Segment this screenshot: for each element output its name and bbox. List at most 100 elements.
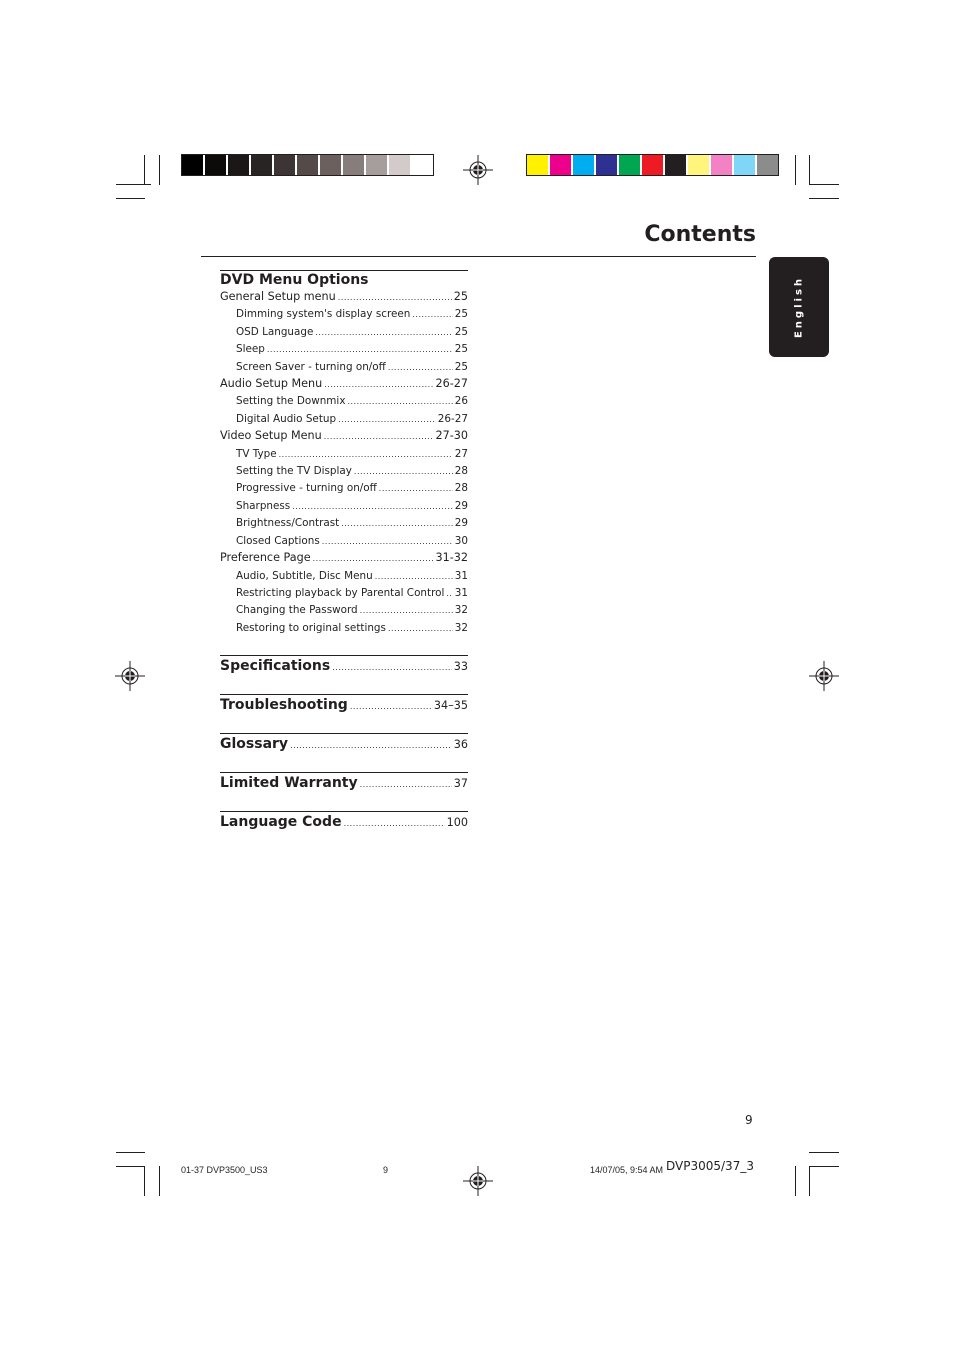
toc-entry-label: Preference Page xyxy=(220,551,311,565)
slug-page: 9 xyxy=(383,1165,389,1175)
grayscale-swatch xyxy=(205,155,226,175)
crop-mark xyxy=(809,1166,810,1196)
model-code: DVP3005/37_3 xyxy=(666,1159,754,1173)
toc-entry-page: 25 xyxy=(453,290,468,303)
grayscale-calibration-bar xyxy=(181,154,434,176)
color-swatch xyxy=(665,155,686,175)
dot-leader xyxy=(341,516,453,532)
language-tab-label: English xyxy=(793,275,805,339)
toc-entry-label: Audio, Subtitle, Disc Menu xyxy=(236,569,373,582)
toc-entry-page: 26 xyxy=(454,395,468,408)
grayscale-swatch xyxy=(412,155,433,175)
toc-entry-page: 32 xyxy=(454,621,468,634)
toc-entry-label: Changing the Password xyxy=(236,604,358,617)
dot-leader xyxy=(313,551,434,567)
toc-entry: Restricting playback by Parental Control… xyxy=(220,585,468,602)
toc-entry: Digital Audio Setup 26-27 xyxy=(220,411,468,428)
color-swatch xyxy=(711,155,732,175)
dot-leader xyxy=(347,394,452,410)
dot-leader xyxy=(379,481,453,497)
toc-entry-page: 31-32 xyxy=(435,551,468,565)
toc-entry: Brightness/Contrast 29 xyxy=(220,515,468,532)
toc-entry: Language Code 100 xyxy=(220,812,468,834)
toc-entry-label: Restoring to original settings xyxy=(236,621,386,634)
table-of-contents: DVD Menu Options General Setup menu25Dim… xyxy=(220,270,468,834)
grayscale-swatch xyxy=(274,155,295,175)
dot-leader xyxy=(279,447,453,463)
crop-mark xyxy=(809,198,839,199)
dot-leader xyxy=(338,412,436,428)
dot-leader xyxy=(332,658,452,678)
grayscale-swatch xyxy=(320,155,341,175)
page-title: Contents xyxy=(644,222,756,247)
slug-datetime: 14/07/05, 9:54 AM xyxy=(590,1165,664,1175)
language-tab-label-wrap: English xyxy=(769,257,829,357)
dot-leader xyxy=(388,360,453,376)
section-heading: DVD Menu Options xyxy=(220,272,369,288)
color-swatch xyxy=(619,155,640,175)
grayscale-swatch xyxy=(251,155,272,175)
dot-leader xyxy=(360,603,453,619)
toc-entry-label: Specifications xyxy=(220,658,331,675)
crop-mark xyxy=(116,198,145,199)
crop-mark xyxy=(795,1166,796,1196)
toc-entry-page: 28 xyxy=(454,465,468,478)
registration-mark-icon xyxy=(115,661,145,691)
color-swatch xyxy=(642,155,663,175)
toc-entry-page: 34–35 xyxy=(433,699,468,713)
toc-entry: Audio, Subtitle, Disc Menu 31 xyxy=(220,568,468,585)
toc-entry: Dimming system's display screen 25 xyxy=(220,306,468,323)
color-swatch xyxy=(734,155,755,175)
toc-entry-page: 28 xyxy=(454,482,468,495)
crop-mark xyxy=(809,1152,839,1153)
toc-entry: General Setup menu 25 xyxy=(220,289,468,306)
dot-leader xyxy=(267,342,453,358)
dot-leader xyxy=(338,290,452,306)
toc-entry-label: Sharpness xyxy=(236,499,291,512)
toc-entry-label: Audio Setup Menu xyxy=(220,377,323,391)
toc-entry: Setting the TV Display 28 xyxy=(220,463,468,480)
toc-entry-label: OSD Language xyxy=(236,325,314,338)
crop-mark xyxy=(159,155,160,185)
toc-entry-page: 31 xyxy=(454,586,468,599)
major-section: Limited Warranty 37 xyxy=(220,772,468,795)
color-calibration-bar xyxy=(526,154,779,176)
crop-mark xyxy=(116,184,151,185)
crop-mark xyxy=(144,155,145,185)
toc-entry-page: 37 xyxy=(453,777,468,791)
toc-entry-page: 26-27 xyxy=(435,377,468,391)
toc-entry: Closed Captions 30 xyxy=(220,533,468,550)
major-section: Specifications 33 xyxy=(220,655,468,678)
toc-entry-label: Brightness/Contrast xyxy=(236,517,340,530)
grayscale-swatch xyxy=(228,155,249,175)
toc-entry: Restoring to original settings 32 xyxy=(220,620,468,637)
toc-entry-page: 100 xyxy=(446,816,468,830)
grayscale-swatch xyxy=(366,155,387,175)
dot-leader xyxy=(354,464,453,480)
crop-mark xyxy=(159,1166,160,1196)
toc-entry-page: 31 xyxy=(454,569,468,582)
color-swatch xyxy=(550,155,571,175)
crop-mark xyxy=(809,1166,839,1167)
crop-mark xyxy=(116,1166,145,1167)
toc-entry-page: 25 xyxy=(454,308,468,321)
toc-entry: TV Type 27 xyxy=(220,446,468,463)
toc-entry-page: 27-30 xyxy=(435,429,468,443)
dot-leader xyxy=(388,621,453,637)
toc-entry: Setting the Downmix 26 xyxy=(220,393,468,410)
registration-mark-icon xyxy=(463,1166,493,1196)
dot-leader xyxy=(375,569,453,585)
grayscale-swatch xyxy=(389,155,410,175)
toc-entry-label: Progressive - turning on/off xyxy=(236,482,377,495)
crop-mark xyxy=(809,155,810,185)
toc-entry-label: Digital Audio Setup xyxy=(236,412,337,425)
toc-entry: Progressive - turning on/off 28 xyxy=(220,480,468,497)
toc-entry-page: 25 xyxy=(454,343,468,356)
toc-entry-page: 33 xyxy=(453,660,468,674)
crop-mark xyxy=(144,1166,145,1196)
toc-entry-label: Setting the TV Display xyxy=(236,465,352,478)
toc-entry-label: Glossary xyxy=(220,736,289,753)
toc-entry-page: 32 xyxy=(454,604,468,617)
dot-leader xyxy=(344,814,445,834)
page-number: 9 xyxy=(745,1113,753,1127)
